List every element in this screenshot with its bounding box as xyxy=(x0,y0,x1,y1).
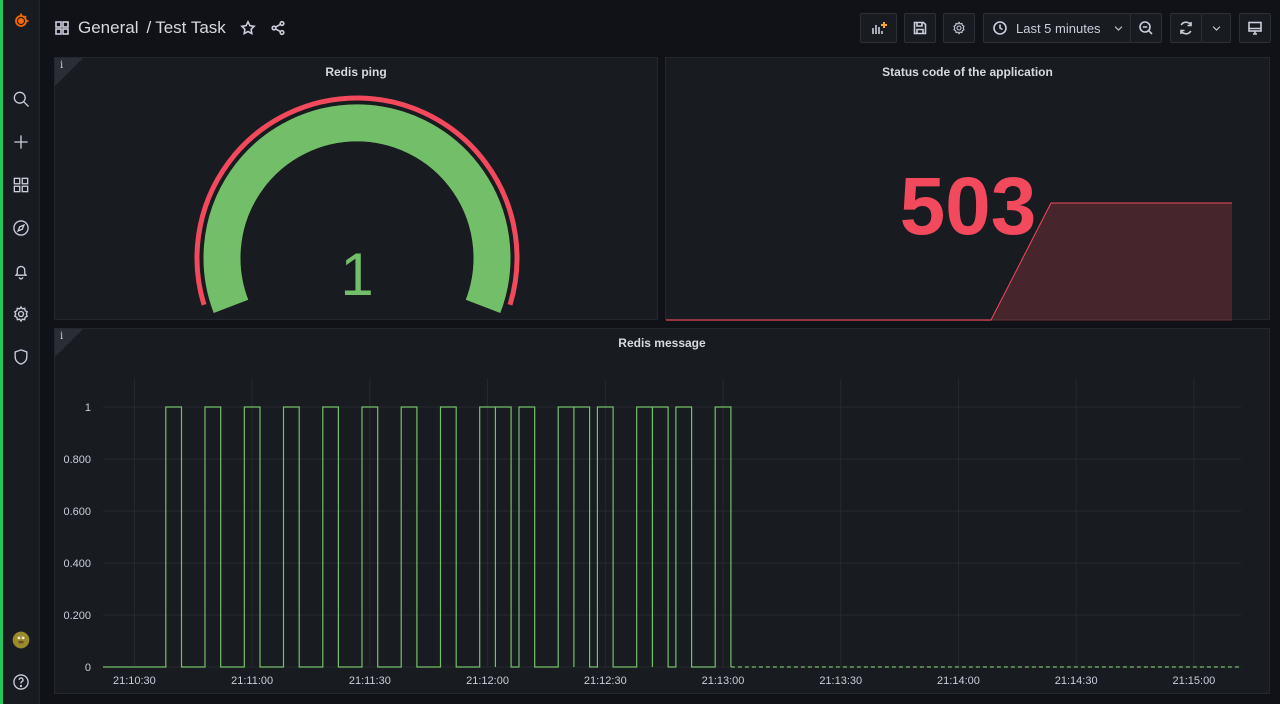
refresh-icon xyxy=(1180,21,1192,35)
gear-icon xyxy=(953,21,965,35)
grafana-logo-icon[interactable] xyxy=(9,9,33,33)
y-tick-label: 0.200 xyxy=(63,610,91,622)
gauge-value: 1 xyxy=(340,241,373,308)
x-tick-label: 21:14:30 xyxy=(1055,675,1098,687)
x-tick-label: 21:12:30 xyxy=(584,675,627,687)
time-range-picker[interactable]: Last 5 minutes xyxy=(983,13,1131,43)
chevron-down-icon xyxy=(1212,26,1220,31)
top-bar: General / Test Task Last 5 minutes xyxy=(40,0,1280,56)
shield-icon[interactable] xyxy=(9,345,33,369)
zoom-out-button[interactable] xyxy=(1130,13,1162,43)
x-tick-label: 21:14:00 xyxy=(937,675,980,687)
x-tick-label: 21:12:00 xyxy=(466,675,509,687)
share-icon[interactable] xyxy=(270,20,286,36)
x-tick-label: 21:10:30 xyxy=(113,675,156,687)
search-icon[interactable] xyxy=(9,87,33,111)
compass-icon[interactable] xyxy=(9,216,33,240)
plus-icon[interactable] xyxy=(9,130,33,154)
dashboard-settings-button[interactable] xyxy=(943,13,975,43)
stat-value: 503 xyxy=(900,161,1037,252)
gauge-panel[interactable]: i Redis ping 1 xyxy=(54,57,658,320)
help-icon[interactable] xyxy=(9,670,33,694)
y-tick-label: 1 xyxy=(85,402,91,414)
gauge-chart: 1 xyxy=(194,95,520,314)
series-line xyxy=(103,406,732,668)
x-tick-label: 21:11:30 xyxy=(349,675,391,687)
monitor-icon xyxy=(1248,21,1262,35)
save-dashboard-button[interactable] xyxy=(904,13,936,43)
clock-icon xyxy=(993,21,1007,35)
y-tick-label: 0 xyxy=(85,662,91,674)
y-tick-label: 0.400 xyxy=(63,558,91,570)
timeseries-panel[interactable]: i Redis message 1 0.800 0.600 0.400 0.200 0 21… xyxy=(54,328,1270,694)
breadcrumb-folder[interactable]: General xyxy=(78,18,138,38)
chevron-down-icon xyxy=(1114,26,1122,31)
avatar[interactable] xyxy=(9,628,33,652)
star-icon[interactable] xyxy=(239,20,256,36)
view-mode-button[interactable] xyxy=(1239,13,1271,43)
refresh-interval-dropdown[interactable] xyxy=(1201,13,1231,43)
save-icon xyxy=(913,21,927,35)
y-tick-label: 0.800 xyxy=(63,454,91,466)
y-tick-label: 0.600 xyxy=(63,506,91,518)
gear-icon[interactable] xyxy=(9,302,33,326)
dashboards-icon[interactable] xyxy=(9,173,33,197)
dashboards-icon xyxy=(55,21,69,35)
x-tick-label: 21:13:00 xyxy=(702,675,745,687)
x-tick-label: 21:15:00 xyxy=(1172,675,1215,687)
x-tick-label: 21:13:30 xyxy=(819,675,862,687)
time-range-label: Last 5 minutes xyxy=(1016,20,1101,36)
timeseries-chart: 1 0.800 0.600 0.400 0.200 0 21:10:30 21:11:00 21… xyxy=(63,379,1241,687)
sidebar xyxy=(3,0,40,704)
bell-icon[interactable] xyxy=(9,259,33,283)
dashboard-title[interactable]: Test Task xyxy=(155,18,226,38)
zoom-out-icon xyxy=(1139,21,1153,35)
refresh-button[interactable] xyxy=(1170,13,1202,43)
breadcrumb: General / Test Task xyxy=(54,16,286,40)
stat-panel[interactable]: Status code of the application 503 xyxy=(665,57,1270,321)
add-panel-button[interactable] xyxy=(860,13,897,43)
stat-sparkline: 503 xyxy=(666,161,1232,321)
breadcrumb-separator: / xyxy=(146,18,152,37)
x-tick-label: 21:11:00 xyxy=(231,675,273,687)
